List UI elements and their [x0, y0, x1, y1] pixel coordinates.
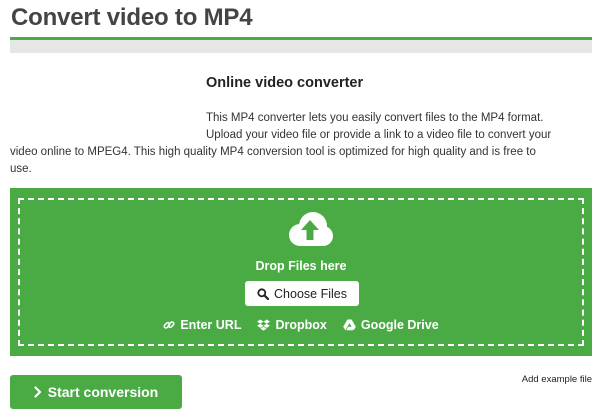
- link-icon: [163, 321, 175, 329]
- chevron-right-icon: [34, 386, 41, 398]
- start-conversion-button[interactable]: Start conversion: [10, 375, 182, 409]
- enter-url-label: Enter URL: [180, 318, 242, 332]
- choose-files-label: Choose Files: [274, 286, 347, 301]
- google-drive-icon: [343, 319, 356, 331]
- page: Convert video to MP4 Online video conver…: [0, 0, 600, 415]
- google-drive-label: Google Drive: [360, 318, 439, 332]
- section-heading: Online video converter: [206, 75, 364, 91]
- intro-line: This MP4 converter lets you easily conve…: [206, 112, 544, 124]
- intro-line: Upload your video file or provide a link…: [206, 129, 552, 141]
- cloud-upload-icon: [289, 212, 333, 246]
- enter-url-link[interactable]: Enter URL: [163, 318, 241, 332]
- dropbox-icon: [257, 319, 271, 331]
- upload-panel: Drop Files here Choose Files Enter URL D…: [10, 188, 592, 356]
- choose-files-button[interactable]: Choose Files: [245, 281, 359, 306]
- intro-line: video online to MPEG4. This high quality…: [10, 146, 536, 158]
- search-icon: [257, 287, 270, 300]
- source-links: Enter URL Dropbox Google Drive: [20, 318, 582, 332]
- title-bar: [10, 37, 592, 53]
- intro-text: This MP4 converter lets you easily conve…: [10, 110, 591, 178]
- add-example-file-link[interactable]: Add example file: [522, 374, 592, 385]
- dropbox-link[interactable]: Dropbox: [257, 318, 327, 332]
- dropbox-label: Dropbox: [275, 318, 327, 332]
- google-drive-link[interactable]: Google Drive: [343, 318, 439, 332]
- page-title: Convert video to MP4: [11, 4, 253, 31]
- start-conversion-label: Start conversion: [47, 384, 159, 400]
- intro-line: use.: [10, 163, 32, 175]
- drop-files-label: Drop Files here: [255, 259, 347, 273]
- drop-zone[interactable]: Drop Files here Choose Files Enter URL D…: [18, 198, 584, 346]
